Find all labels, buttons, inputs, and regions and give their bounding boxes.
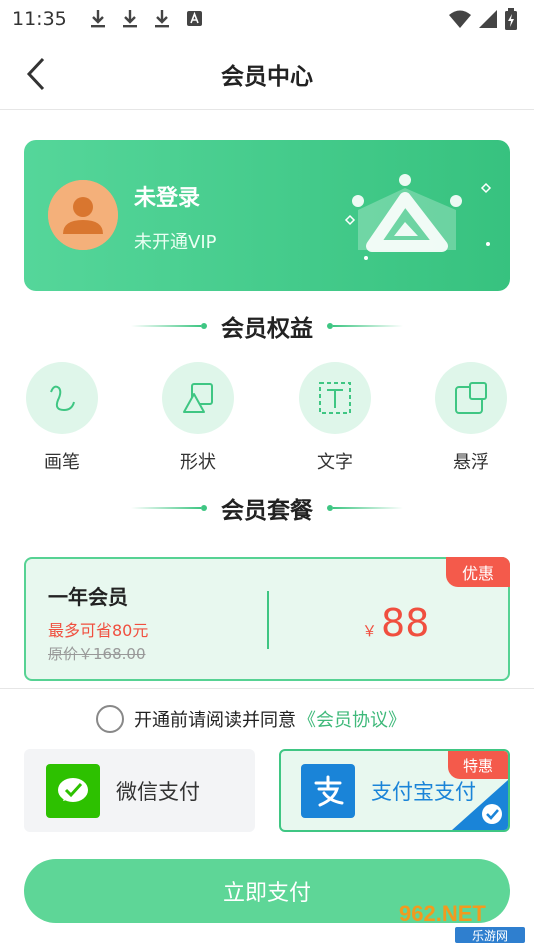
status-bar: 11:35 (0, 0, 534, 38)
price-currency: ￥ (362, 622, 378, 640)
wechat-pay-option[interactable]: 微信支付 (24, 749, 255, 832)
user-name[interactable]: 未登录 (134, 180, 200, 212)
crown-icon (344, 174, 492, 260)
status-time: 11:35 (12, 8, 67, 30)
vip-card[interactable]: 未登录 未开通VIP (24, 140, 510, 291)
divider-dot (201, 505, 207, 511)
plan-price: ￥ 88 (362, 601, 429, 645)
benefit-label: 画笔 (44, 452, 80, 473)
back-button[interactable] (16, 52, 56, 96)
watermark-text: 962.NET (399, 901, 486, 926)
shape-icon (162, 362, 234, 434)
page-title: 会员中心 (221, 63, 313, 90)
plan-original-price: 原价￥168.00 (48, 645, 146, 663)
download-icon (117, 8, 143, 30)
download-icon (149, 8, 175, 30)
plan-save-text: 最多可省80元 (48, 621, 149, 640)
benefits-title: 会员权益 (221, 316, 313, 342)
battery-icon (505, 8, 517, 30)
alipay-icon (301, 763, 355, 818)
float-window-icon (435, 362, 507, 434)
agreement-radio[interactable] (96, 705, 124, 733)
wechat-pay-icon (46, 763, 100, 818)
check-icon (452, 780, 508, 830)
agreement-row: 开通前请阅读并同意 《会员协议》 (96, 705, 406, 733)
watermark-logo: 962.NET 乐游网 (399, 901, 525, 943)
download-icon (85, 8, 111, 30)
alipay-badge: 特惠 (448, 751, 508, 779)
divider-line (333, 325, 403, 327)
benefit-shape[interactable]: 形状 (158, 362, 238, 474)
benefit-label: 形状 (180, 452, 216, 473)
watermark-subtext: 乐游网 (472, 929, 508, 943)
agreement-text: 开通前请阅读并同意 (134, 710, 296, 731)
plan-card[interactable]: 一年会员 最多可省80元 原价￥168.00 ￥ 88 优惠 (24, 557, 510, 681)
divider-dot (201, 323, 207, 329)
price-value: 88 (381, 601, 430, 645)
divider-line (131, 325, 201, 327)
agreement-link[interactable]: 《会员协议》 (298, 706, 406, 732)
divider-line (333, 507, 403, 509)
benefit-label: 悬浮 (453, 452, 489, 473)
a-icon (181, 8, 207, 30)
brush-icon (26, 362, 98, 434)
plan-badge: 优惠 (446, 557, 510, 587)
user-avatar-icon[interactable] (48, 180, 118, 250)
alipay-option[interactable]: 支付宝支付 特惠 (279, 749, 510, 832)
benefit-brush[interactable]: 画笔 (22, 362, 102, 474)
benefits-section-title: 会员权益 (0, 308, 534, 344)
benefit-float[interactable]: 悬浮 (431, 362, 511, 474)
chevron-left-icon (26, 57, 45, 91)
benefit-text[interactable]: 文字 (295, 362, 375, 474)
plan-name: 一年会员 (48, 585, 128, 609)
plan-divider (267, 591, 269, 649)
wifi-icon (449, 10, 471, 28)
wechat-pay-label: 微信支付 (116, 779, 200, 804)
text-icon (299, 362, 371, 434)
header: 会员中心 (0, 38, 534, 110)
vip-status: 未开通VIP (134, 232, 217, 253)
signal-icon (479, 10, 497, 28)
packages-title: 会员套餐 (221, 498, 313, 524)
packages-section-title: 会员套餐 (0, 490, 534, 526)
benefit-label: 文字 (317, 452, 353, 473)
divider-line (131, 507, 201, 509)
